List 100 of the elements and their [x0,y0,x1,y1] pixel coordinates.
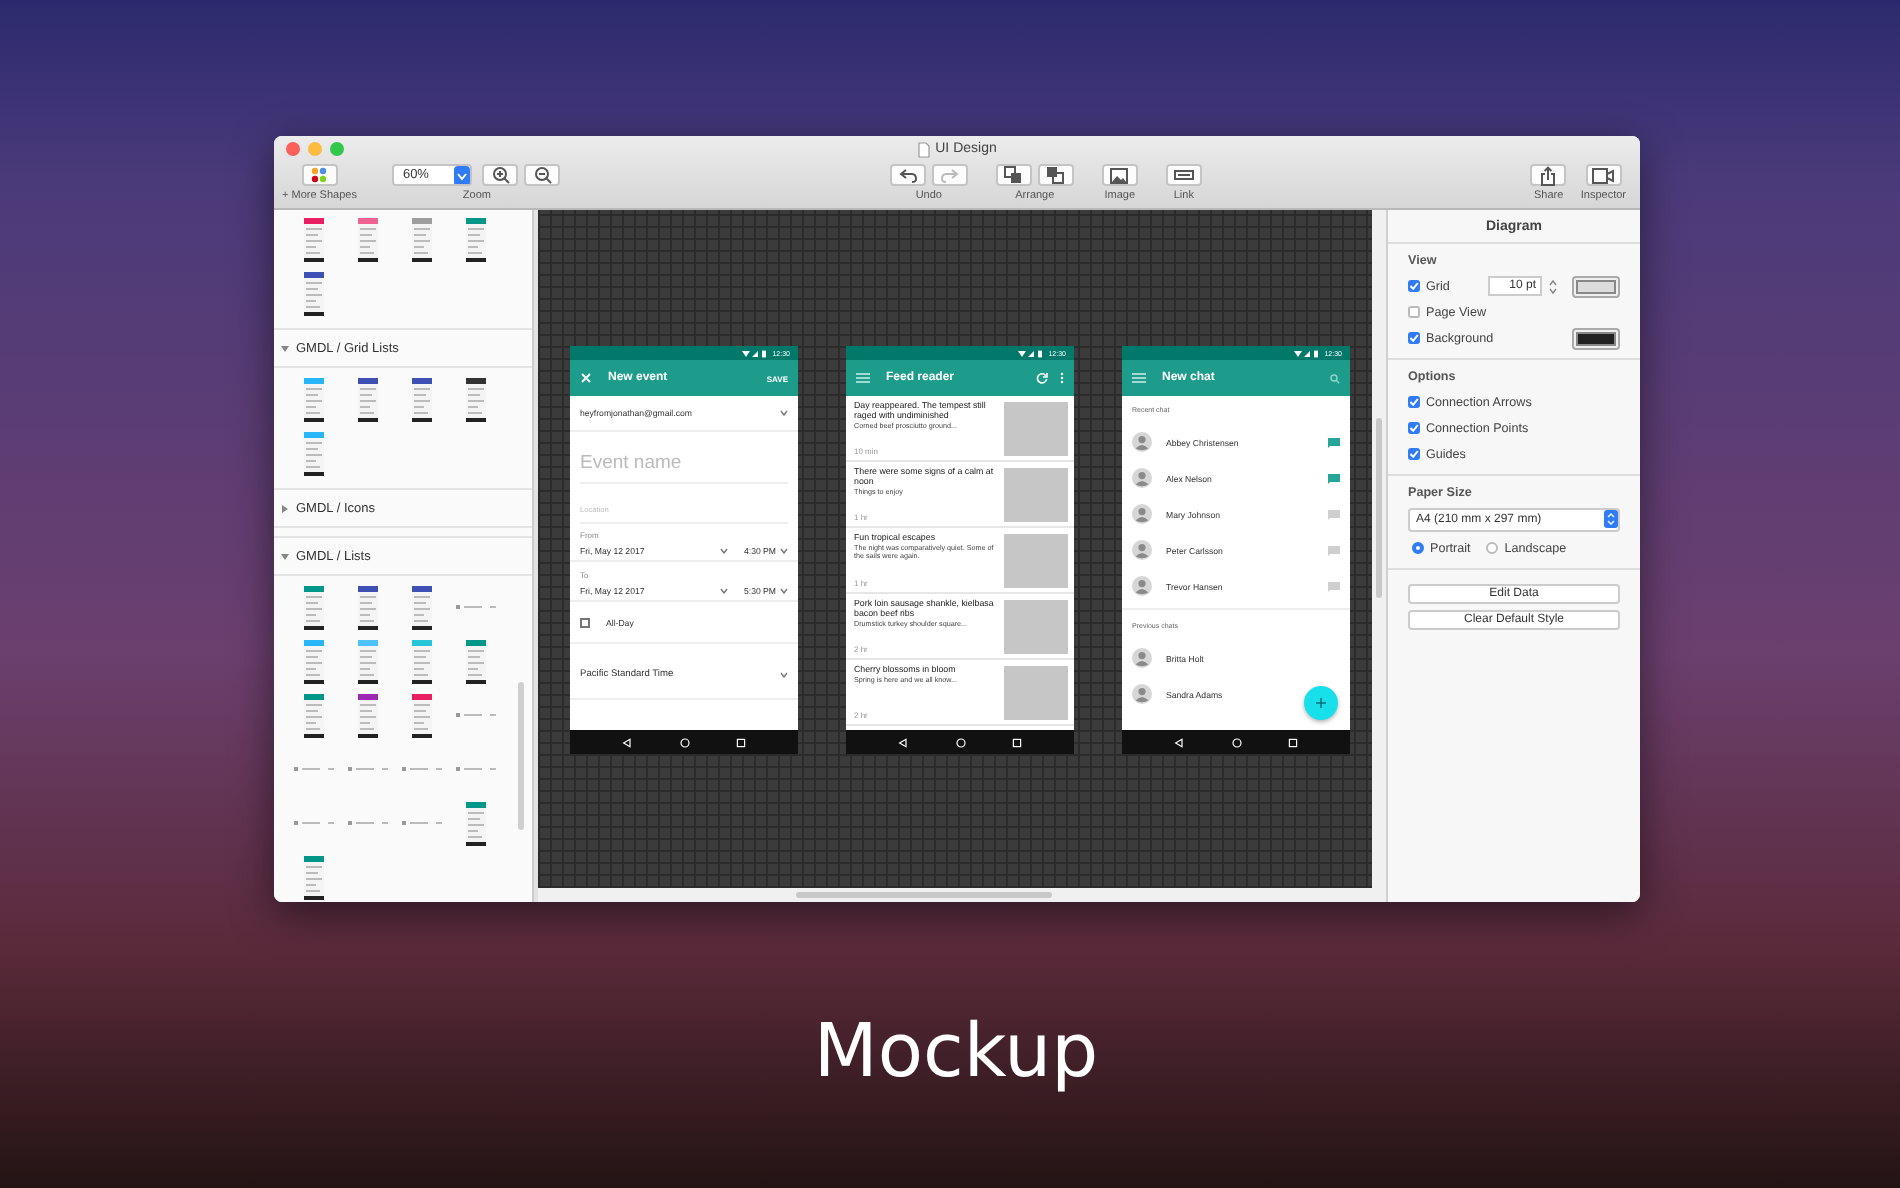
list-row-thumbnail[interactable] [455,712,495,718]
avatar-icon [1132,648,1152,668]
screen-thumbnail[interactable] [465,639,485,683]
more-shapes-button[interactable] [301,164,338,186]
checkbox[interactable] [1408,422,1420,434]
add-button[interactable] [1304,686,1338,720]
recents-icon[interactable] [736,737,746,747]
screen-thumbnail[interactable] [357,585,377,629]
list-row-thumbnail[interactable] [347,766,387,772]
color-well[interactable] [1572,275,1620,297]
share-button[interactable] [1530,164,1567,186]
caret-icon [719,587,728,593]
document-icon [917,141,930,157]
screen-thumbnail[interactable] [411,377,431,421]
list-row-thumbnail[interactable] [293,766,333,772]
inspector-icon [1592,167,1615,183]
close-button[interactable] [286,142,300,156]
undo-button[interactable] [889,164,926,186]
radio-button[interactable] [1486,542,1499,554]
event-name-field[interactable]: Event name [580,432,788,484]
image-placeholder [1004,665,1068,719]
disclosure-triangle-icon[interactable] [280,503,290,513]
link-icon [1173,170,1194,180]
screen-thumbnail[interactable] [303,693,323,737]
checkbox[interactable] [1408,448,1420,460]
list-row-thumbnail[interactable] [455,604,495,610]
status-icons [742,349,769,357]
image-placeholder [1004,533,1068,587]
undo-icon [897,167,918,183]
screen-thumbnail[interactable] [303,377,323,421]
inspector-button[interactable] [1585,164,1622,186]
checkbox[interactable] [1408,332,1420,344]
caret-icon [780,671,788,677]
scrollbar-thumb[interactable] [796,892,1052,898]
screen-thumbnail[interactable] [411,217,431,261]
screen-thumbnail[interactable] [357,693,377,737]
screen-thumbnail[interactable] [465,377,485,421]
screen-thumbnail[interactable] [303,217,323,261]
screen-thumbnail[interactable] [465,801,485,845]
image-placeholder [1004,467,1068,521]
refresh-icon[interactable] [1036,372,1048,384]
screen-thumbnail[interactable] [411,585,431,629]
message-icon[interactable] [1328,473,1340,483]
back-icon[interactable] [898,737,908,747]
list-row-thumbnail[interactable] [401,766,441,772]
list-row-thumbnail[interactable] [455,766,495,772]
back-icon[interactable] [1174,737,1184,747]
checkbox[interactable] [580,618,590,628]
screen-thumbnail[interactable] [357,377,377,421]
radio-button[interactable] [1412,542,1424,554]
zoom-out-button[interactable] [524,164,561,186]
redo-icon [939,167,960,183]
list-row-thumbnail[interactable] [293,820,333,826]
screen-thumbnail[interactable] [357,217,377,261]
list-row-thumbnail[interactable] [401,820,441,826]
caret-icon [719,547,728,553]
back-icon[interactable] [622,737,632,747]
screen-thumbnail[interactable] [411,693,431,737]
zoom-in-icon [491,166,510,184]
home-icon[interactable] [955,737,965,747]
image-button[interactable] [1101,164,1138,186]
checkbox[interactable] [1408,306,1420,318]
close-icon[interactable] [580,372,592,384]
recents-icon[interactable] [1012,737,1022,747]
home-icon[interactable] [1231,737,1241,747]
checkbox[interactable] [1408,280,1420,292]
message-icon[interactable] [1328,437,1340,447]
avatar-icon [1132,684,1152,704]
zoom-out-icon [533,166,552,184]
zoom-in-button[interactable] [482,164,519,186]
screen-thumbnail[interactable] [465,217,485,261]
link-button[interactable] [1165,164,1202,186]
avatar-icon [1132,576,1152,596]
dropdown-icon [454,166,471,184]
screen-thumbnail[interactable] [303,431,323,475]
bring-forward-button[interactable] [995,164,1032,186]
screen-thumbnail[interactable] [303,639,323,683]
screen-thumbnail[interactable] [303,271,323,315]
avatar-icon [1132,540,1152,560]
screen-thumbnail[interactable] [303,585,323,629]
screen-thumbnail[interactable] [411,639,431,683]
disclosure-triangle-icon[interactable] [280,551,290,561]
caption-text: Mockup [811,1008,1101,1096]
screen-thumbnail[interactable] [357,639,377,683]
color-well[interactable] [1572,327,1620,349]
checkbox[interactable] [1408,396,1420,408]
list-row-thumbnail[interactable] [347,820,387,826]
send-backward-icon [1046,166,1065,184]
stepper-icon[interactable] [1548,277,1558,295]
status-icons [1018,349,1045,357]
avatar-icon [1132,432,1152,452]
screen-thumbnail[interactable] [303,855,323,899]
image-placeholder [1004,401,1068,455]
caret-icon [780,547,788,553]
disclosure-triangle-icon[interactable] [280,343,290,353]
send-backward-button[interactable] [1037,164,1074,186]
scrollbar-thumb[interactable] [518,682,524,830]
home-icon[interactable] [679,737,689,747]
scrollbar-thumb[interactable] [1376,418,1382,598]
recents-icon[interactable] [1288,737,1298,747]
